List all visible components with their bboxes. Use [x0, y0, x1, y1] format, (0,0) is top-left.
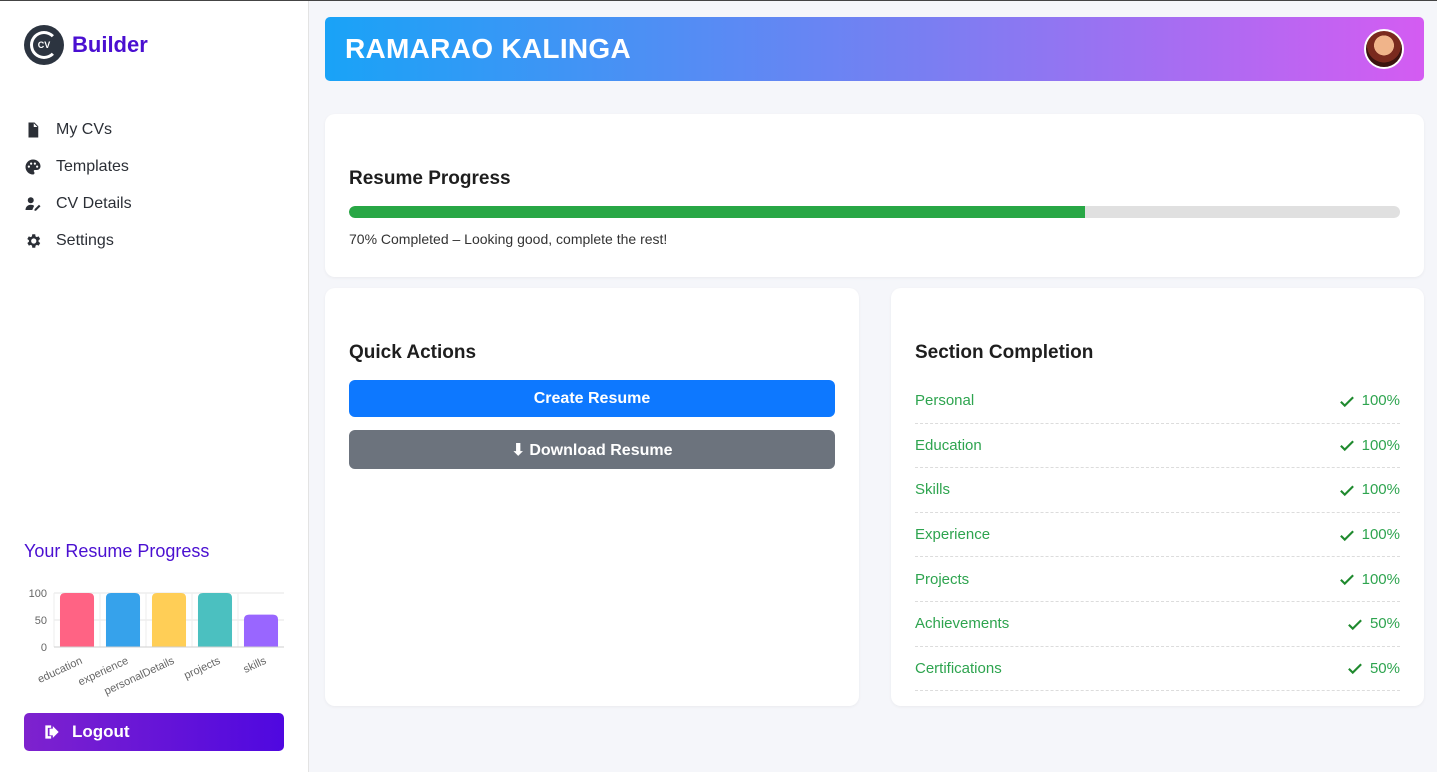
section-name: Achievements	[915, 615, 1010, 633]
logout-button[interactable]: Logout	[24, 713, 284, 751]
chart-bar	[151, 593, 187, 647]
logo-text: CV	[30, 31, 58, 59]
section-status: 100%	[1338, 481, 1400, 499]
section-percent: 100%	[1361, 526, 1400, 544]
sidebar: CV Builder My CVs Templates CV Details S…	[0, 1, 309, 772]
resume-progress-chart-title: Your Resume Progress	[24, 541, 210, 561]
list-item: Achievements 50%	[915, 602, 1400, 647]
section-list: Personal 100% Education 100% Skills 100% Exper…	[915, 379, 1400, 692]
list-item: Experience 100%	[915, 513, 1400, 558]
profile-header: RAMARAO KALINGA	[325, 17, 1424, 81]
avatar[interactable]	[1364, 29, 1404, 69]
progress-bar-fill	[349, 206, 1085, 218]
quick-actions-card: Quick Actions Create Resume ⬇ Download R…	[325, 288, 859, 706]
section-completion-title: Section Completion	[915, 342, 1094, 363]
check-icon	[1348, 619, 1362, 630]
palette-icon	[25, 159, 41, 174]
resume-progress-title: Resume Progress	[349, 168, 511, 189]
sidebar-item-settings[interactable]: Settings	[24, 222, 132, 259]
list-item: Certifications 50%	[915, 647, 1400, 692]
logout-icon	[45, 725, 59, 739]
section-name: Experience	[915, 526, 991, 544]
download-resume-button[interactable]: ⬇ Download Resume	[349, 430, 835, 469]
sidebar-item-my-cvs[interactable]: My CVs	[24, 111, 132, 148]
section-percent: 100%	[1361, 436, 1400, 454]
y-tick-label: 0	[41, 642, 47, 654]
check-icon	[1339, 485, 1354, 497]
brand-name: Builder	[72, 32, 148, 57]
y-tick-label: 50	[35, 615, 47, 627]
logout-label: Logout	[72, 722, 130, 741]
section-status: 100%	[1338, 436, 1400, 454]
check-icon	[1339, 440, 1354, 452]
section-percent: 50%	[1369, 659, 1400, 677]
check-icon	[1339, 574, 1354, 586]
progress-bar	[349, 206, 1400, 218]
list-item: Education 100%	[915, 424, 1400, 469]
quick-actions-title: Quick Actions	[349, 342, 477, 363]
sidebar-item-label: CV Details	[56, 194, 132, 212]
x-tick-label: education	[36, 655, 84, 686]
section-name: Projects	[915, 570, 970, 588]
section-status: 100%	[1338, 392, 1400, 410]
cv-logo-icon: CV	[24, 25, 64, 65]
section-percent: 100%	[1361, 570, 1400, 588]
section-completion-card: Section Completion Personal 100% Education…	[891, 288, 1424, 706]
section-percent: 100%	[1361, 481, 1400, 499]
section-percent: 100%	[1361, 392, 1400, 410]
x-tick-label: skills	[242, 655, 269, 676]
chart-bar	[197, 593, 233, 647]
list-item: Personal 100%	[915, 379, 1400, 424]
resume-progress-chart: 050100educationexperiencepersonalDetails…	[29, 588, 284, 698]
x-tick-label: projects	[182, 655, 222, 682]
brand[interactable]: CV Builder	[24, 25, 148, 65]
user-edit-icon	[25, 196, 41, 211]
sidebar-item-cv-details[interactable]: CV Details	[24, 185, 132, 222]
sidebar-nav: My CVs Templates CV Details Settings	[24, 111, 132, 259]
check-icon	[1339, 396, 1354, 407]
gear-icon	[27, 233, 41, 248]
check-icon	[1339, 530, 1354, 541]
section-status: 50%	[1346, 659, 1400, 677]
sidebar-item-templates[interactable]: Templates	[24, 148, 132, 185]
section-status: 100%	[1338, 570, 1400, 588]
list-item: Projects 100%	[915, 557, 1400, 602]
section-status: 50%	[1346, 615, 1400, 633]
user-name: RAMARAO KALINGA	[345, 33, 632, 64]
list-item: Skills 100%	[915, 468, 1400, 513]
chart-bar	[105, 593, 141, 647]
section-name: Certifications	[915, 659, 1002, 677]
create-resume-button[interactable]: Create Resume	[349, 380, 835, 417]
progress-text: 70% Completed – Looking good, complete t…	[349, 231, 668, 247]
chart-bar	[59, 593, 95, 647]
section-name: Education	[915, 436, 982, 454]
sidebar-item-label: Templates	[56, 157, 129, 175]
section-status: 100%	[1338, 526, 1400, 544]
y-tick-label: 100	[29, 588, 47, 600]
section-name: Personal	[915, 392, 975, 410]
file-icon	[28, 122, 39, 137]
section-name: Skills	[915, 481, 951, 499]
sidebar-item-label: My CVs	[56, 120, 112, 138]
check-icon	[1348, 663, 1362, 675]
section-percent: 50%	[1369, 615, 1400, 633]
resume-progress-card: Resume Progress 70% Completed – Looking …	[325, 114, 1424, 277]
sidebar-item-label: Settings	[56, 231, 114, 249]
chart-bar	[243, 614, 279, 647]
